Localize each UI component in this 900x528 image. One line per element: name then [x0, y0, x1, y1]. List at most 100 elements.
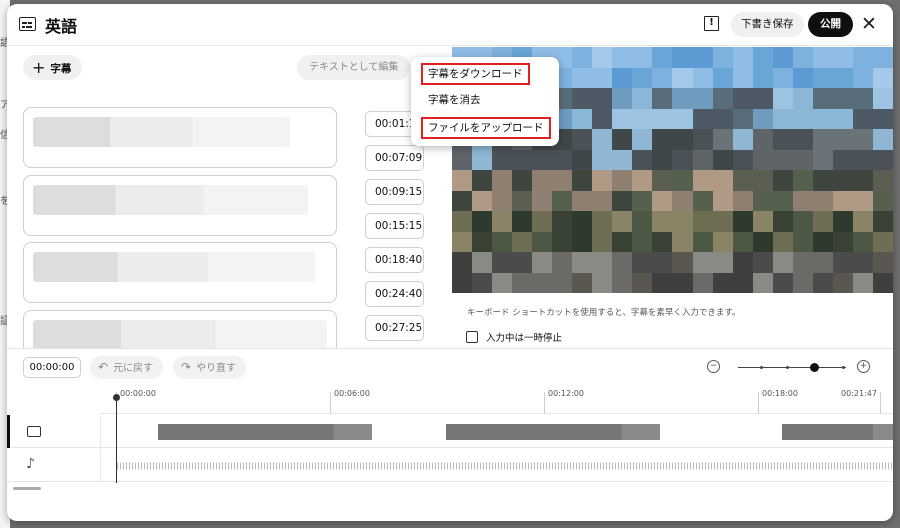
menu-item-clear-captions[interactable]: 字幕を消去 [423, 91, 486, 109]
video-mosaic-tile [732, 67, 753, 88]
video-mosaic-tile [772, 149, 793, 170]
video-mosaic-tile [852, 149, 873, 170]
edit-as-text-button[interactable]: テキストとして編集 [297, 55, 411, 80]
video-mosaic-tile [612, 272, 633, 293]
caption-segment[interactable] [782, 424, 893, 440]
video-mosaic-tile [712, 231, 733, 252]
video-mosaic-tile [732, 272, 753, 293]
ruler-tick-label: 00:21:47 [841, 389, 877, 398]
video-mosaic-tile [832, 88, 853, 109]
video-mosaic-tile [452, 211, 473, 232]
timeline-ruler[interactable]: 00:00:00 00:06:00 00:12:00 00:18:00 00:2… [101, 384, 893, 414]
add-caption-button[interactable]: + 字幕 [23, 55, 83, 80]
caption-text-box[interactable] [23, 107, 337, 168]
audio-waveform[interactable] [117, 457, 893, 475]
zoom-in-icon[interactable]: + [857, 360, 870, 373]
video-mosaic-tile [592, 108, 613, 129]
video-mosaic-tile [792, 129, 813, 150]
zoom-out-icon[interactable]: − [707, 360, 720, 373]
video-mosaic-tile [812, 108, 833, 129]
video-mosaic-tile [712, 88, 733, 109]
caption-text-box[interactable] [23, 175, 337, 236]
feedback-icon[interactable]: ! [704, 16, 719, 31]
video-mosaic-tile [792, 47, 813, 68]
zoom-slider-handle[interactable] [810, 363, 819, 372]
close-icon[interactable]: ✕ [861, 13, 877, 35]
zoom-slider-track[interactable] [738, 367, 846, 368]
video-mosaic-tile [572, 129, 593, 150]
video-mosaic-tile [692, 129, 713, 150]
video-mosaic-tile [592, 231, 613, 252]
pause-while-typing-checkbox[interactable] [466, 331, 478, 343]
video-mosaic-tile [732, 252, 753, 273]
save-draft-button[interactable]: 下書き保存 [731, 12, 804, 37]
publish-button[interactable]: 公開 [808, 12, 853, 37]
video-mosaic-tile [632, 211, 653, 232]
caption-text-box[interactable] [23, 242, 337, 303]
timeline-scrollbar[interactable] [13, 487, 41, 490]
video-mosaic-tile [512, 272, 533, 293]
caption-end-time[interactable]: 00:24:40 [365, 281, 424, 307]
video-mosaic-tile [752, 47, 773, 68]
audio-track-header: ♪ [7, 449, 101, 482]
caption-start-time[interactable]: 00:18:40 [365, 247, 424, 273]
ruler-tick [758, 392, 759, 414]
video-mosaic-tile [832, 149, 853, 170]
video-mosaic-tile [752, 211, 773, 232]
caption-start-time[interactable]: 00:27:25 [365, 315, 424, 341]
video-mosaic-tile [852, 211, 873, 232]
video-mosaic-tile [712, 190, 733, 211]
caption-start-time[interactable]: 00:09:15 [365, 179, 424, 205]
undo-button[interactable]: ↶ 元に戻す [90, 356, 164, 379]
caption-end-time[interactable]: 00:15:15 [365, 213, 424, 239]
video-mosaic-tile [692, 149, 713, 170]
video-mosaic-tile [712, 252, 733, 273]
video-mosaic-tile [532, 211, 553, 232]
timecode-input[interactable]: 00:00:00 [23, 357, 81, 378]
video-mosaic-tile [792, 108, 813, 129]
video-mosaic-tile [672, 211, 693, 232]
caption-text-box[interactable] [23, 310, 337, 349]
video-mosaic-tile [712, 272, 733, 293]
caption-track-header[interactable] [7, 415, 101, 448]
caption-segment[interactable] [446, 424, 660, 440]
pause-while-typing-option[interactable]: 入力中は一時停止 [466, 330, 562, 344]
subtitles-icon [19, 17, 36, 31]
video-mosaic-tile [852, 108, 873, 129]
video-mosaic-tile [472, 211, 493, 232]
zoom-slider-step [786, 366, 789, 369]
video-mosaic-tile [692, 231, 713, 252]
video-mosaic-tile [512, 149, 533, 170]
redo-label: やり直す [196, 363, 237, 374]
video-mosaic-tile [592, 272, 613, 293]
video-mosaic-tile [572, 67, 593, 88]
menu-item-download-captions[interactable]: 字幕をダウンロード [421, 63, 530, 85]
video-mosaic-tile [632, 88, 653, 109]
dialog-title: 英語 [45, 17, 78, 36]
playhead-line[interactable] [116, 397, 117, 483]
video-mosaic-tile [712, 47, 733, 68]
caption-segment[interactable] [158, 424, 372, 440]
video-mosaic-tile [572, 231, 593, 252]
video-mosaic-tile [612, 211, 633, 232]
ruler-tick-label: 00:18:00 [762, 389, 798, 398]
video-mosaic-tile [512, 231, 533, 252]
video-mosaic-tile [812, 272, 833, 293]
caption-end-time[interactable]: 00:07:09 [365, 145, 424, 171]
music-note-icon: ♪ [26, 456, 35, 472]
video-mosaic-tile [832, 252, 853, 273]
blurred-caption-text [33, 320, 327, 349]
video-mosaic-tile [732, 211, 753, 232]
video-mosaic-tile [552, 170, 573, 191]
video-mosaic-tile [792, 67, 813, 88]
menu-item-upload-file[interactable]: ファイルをアップロード [421, 117, 551, 139]
redo-button[interactable]: ↷ やり直す [173, 356, 247, 379]
video-mosaic-tile [672, 88, 693, 109]
video-mosaic-tile [832, 231, 853, 252]
video-mosaic-tile [452, 190, 473, 211]
video-mosaic-tile [532, 149, 553, 170]
video-mosaic-tile [792, 88, 813, 109]
video-mosaic-tile [752, 149, 773, 170]
video-mosaic-tile [612, 149, 633, 170]
playhead-handle[interactable] [113, 394, 120, 401]
